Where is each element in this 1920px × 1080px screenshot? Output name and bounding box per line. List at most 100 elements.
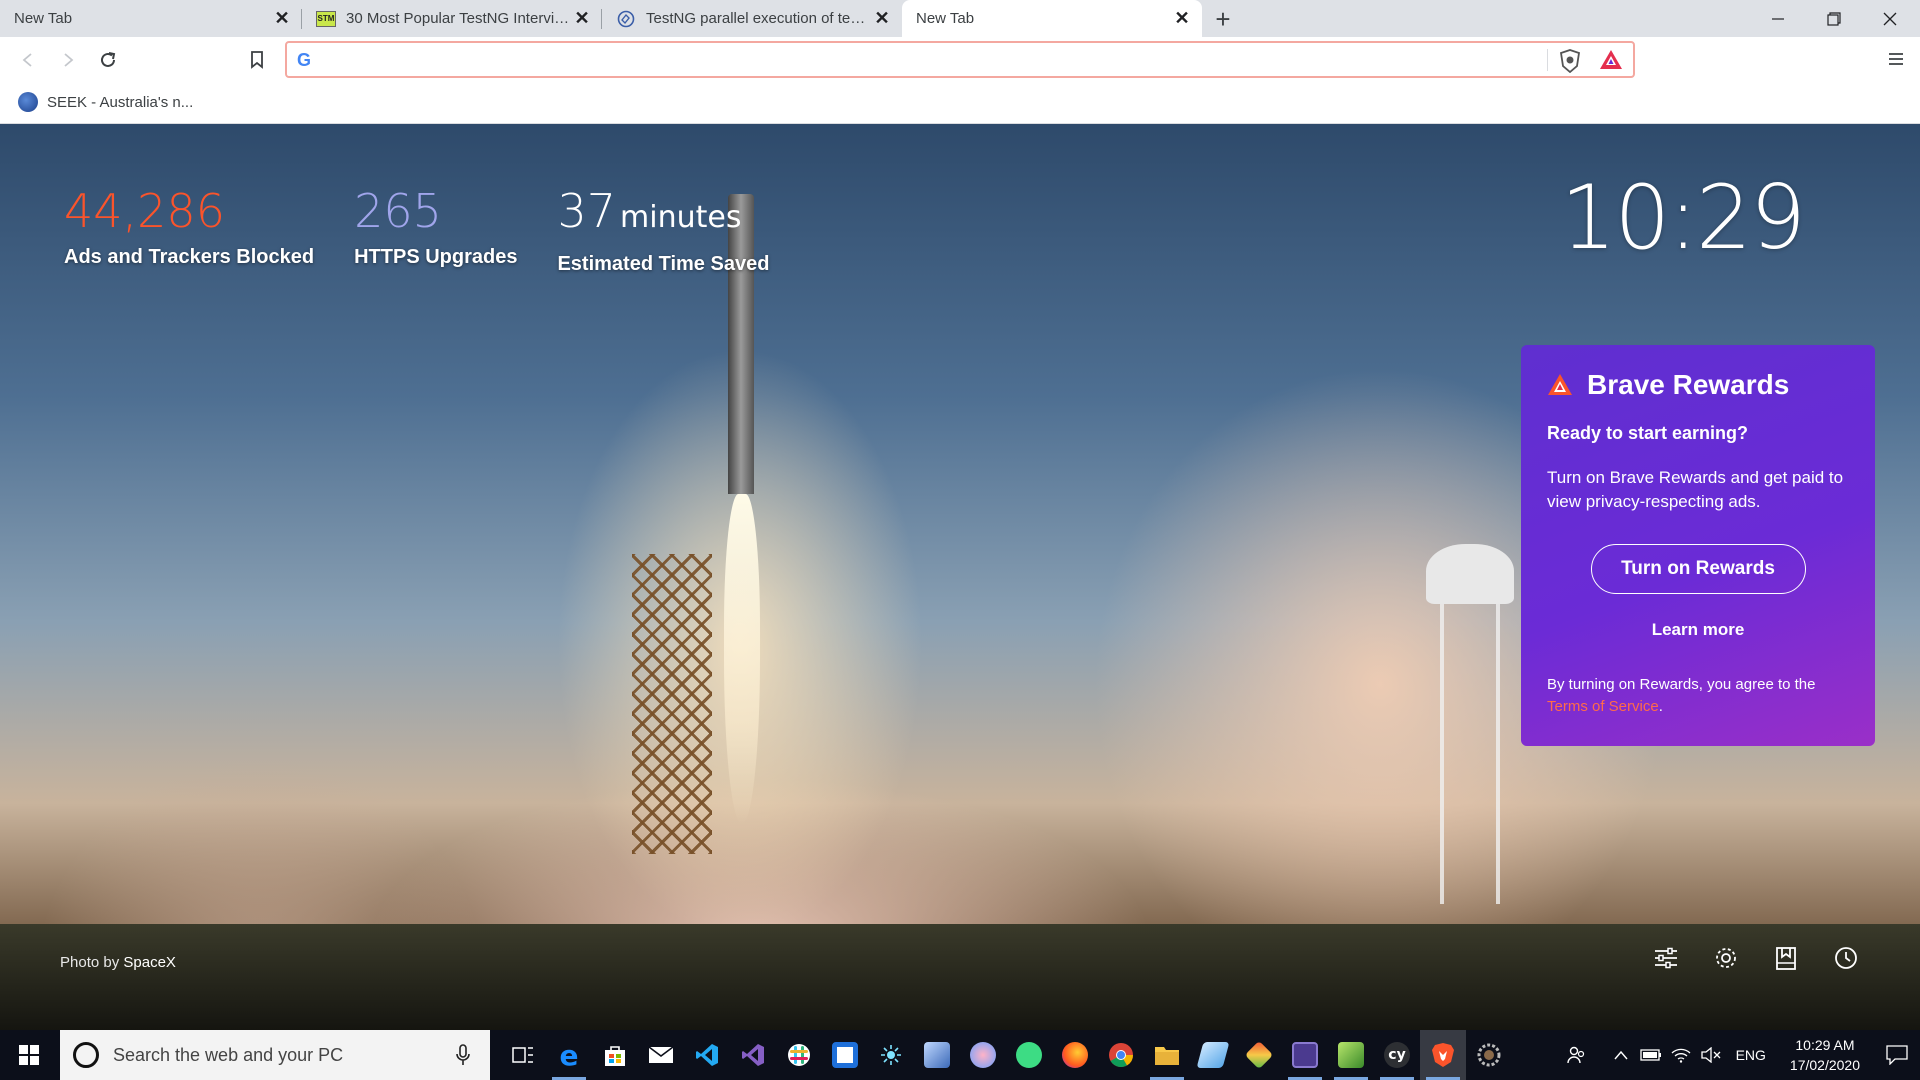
tab-testng-parallel[interactable]: TestNG parallel execution of tests, ✕ (602, 0, 902, 37)
android-studio-icon[interactable] (1006, 1030, 1052, 1080)
brave-rewards-icon[interactable] (1599, 49, 1623, 73)
seek-favicon-icon (18, 92, 38, 112)
stat-label: Estimated Time Saved (557, 253, 770, 275)
close-icon[interactable]: ✕ (572, 8, 592, 29)
close-icon[interactable]: ✕ (272, 8, 292, 29)
back-icon[interactable] (14, 46, 42, 74)
reader-app-icon[interactable] (822, 1030, 868, 1080)
mail-icon[interactable] (638, 1030, 684, 1080)
close-icon[interactable]: ✕ (1172, 8, 1192, 29)
menu-icon[interactable] (1884, 47, 1908, 71)
stat-https-upgrades: 265 HTTPS Upgrades (354, 184, 517, 276)
edge-icon[interactable]: e (546, 1030, 592, 1080)
water-tower-image (1426, 544, 1514, 904)
windows-taskbar: Search the web and your PC e cy ENG 10:2… (0, 1030, 1920, 1080)
terminal-icon[interactable] (1282, 1030, 1328, 1080)
tab-title: 30 Most Popular TestNG Interview (346, 10, 572, 27)
terms-of-service-link[interactable]: Terms of Service (1547, 698, 1659, 715)
tab-strip: New Tab ✕ STM 30 Most Popular TestNG Int… (0, 0, 1920, 37)
azure-storage-icon[interactable] (1190, 1030, 1236, 1080)
brave-rewards-card: Brave Rewards Ready to start earning? Tu… (1521, 345, 1875, 746)
tab-new-tab-1[interactable]: New Tab ✕ (0, 0, 302, 37)
settings-app-icon[interactable] (1466, 1030, 1512, 1080)
launch-tower-image (632, 554, 712, 854)
system-tray: ENG 10:29 AM 17/02/2020 (1562, 1030, 1920, 1080)
brave-rewards-logo-icon (1548, 374, 1572, 395)
stat-value: 37 (557, 184, 617, 238)
people-icon[interactable] (1562, 1030, 1592, 1080)
reload-icon[interactable] (94, 46, 122, 74)
learn-more-link[interactable]: Learn more (1547, 620, 1849, 640)
action-center-icon[interactable] (1874, 1030, 1920, 1080)
sun-app-icon[interactable] (868, 1030, 914, 1080)
chrome-icon[interactable] (1098, 1030, 1144, 1080)
new-tab-plus-icon[interactable]: + (1208, 4, 1238, 34)
stat-ads-blocked: 44,286 Ads and Trackers Blocked (64, 184, 314, 276)
customize-sliders-icon[interactable] (1648, 940, 1684, 976)
photo-credit-link[interactable]: SpaceX (123, 954, 176, 971)
stat-value: 44,286 (64, 184, 225, 238)
git-icon[interactable] (1236, 1030, 1282, 1080)
cortana-icon[interactable] (73, 1042, 99, 1068)
stm-favicon-icon: STM (316, 10, 336, 28)
taskbar-search-placeholder: Search the web and your PC (113, 1044, 344, 1065)
tab-title: New Tab (14, 10, 73, 27)
windows-start-icon[interactable] (0, 1030, 58, 1080)
close-icon[interactable]: ✕ (872, 8, 892, 29)
tab-testng-interview[interactable]: STM 30 Most Popular TestNG Interview ✕ (302, 0, 602, 37)
visual-studio-icon[interactable] (730, 1030, 776, 1080)
google-search-icon: G (297, 50, 312, 70)
taskbar-apps: e cy (500, 1030, 1512, 1080)
tab-new-tab-active[interactable]: New Tab ✕ (902, 0, 1202, 37)
brave-browser-icon[interactable] (1420, 1030, 1466, 1080)
bookmarks-icon[interactable] (1768, 940, 1804, 976)
turn-on-rewards-button[interactable]: Turn on Rewards (1590, 544, 1806, 594)
vscode-icon[interactable] (684, 1030, 730, 1080)
microphone-icon[interactable] (448, 1040, 478, 1070)
taskbar-date: 17/02/2020 (1789, 1057, 1860, 1073)
rewards-header: Brave Rewards (1547, 369, 1849, 401)
brave-shields-icon[interactable] (1559, 49, 1581, 74)
terms-prefix: By turning on Rewards, you agree to the (1547, 676, 1816, 693)
address-bar[interactable]: G (285, 41, 1635, 78)
wifi-icon[interactable] (1666, 1030, 1696, 1080)
settings-gear-icon[interactable] (1708, 940, 1744, 976)
battery-icon[interactable] (1636, 1030, 1666, 1080)
network-app-icon[interactable] (914, 1030, 960, 1080)
restore-icon[interactable] (1806, 0, 1862, 37)
firefox-icon[interactable] (1052, 1030, 1098, 1080)
forward-icon[interactable] (54, 46, 82, 74)
stat-value-wrap: 37 minutes (557, 184, 769, 245)
taskbar-search-box[interactable]: Search the web and your PC (60, 1030, 490, 1080)
paint-app-icon[interactable] (960, 1030, 1006, 1080)
cypress-icon[interactable]: cy (1374, 1030, 1420, 1080)
rewards-terms: By turning on Rewards, you agree to the … (1547, 674, 1849, 718)
rocket-exhaust-image (724, 494, 760, 824)
stats-panel: 44,286 Ads and Trackers Blocked 265 HTTP… (64, 184, 769, 276)
cypress-label: cy (1384, 1042, 1410, 1068)
volume-muted-icon[interactable] (1696, 1030, 1726, 1080)
store-icon[interactable] (592, 1030, 638, 1080)
language-indicator[interactable]: ENG (1736, 1047, 1766, 1063)
stat-label: Ads and Trackers Blocked (64, 246, 315, 268)
file-explorer-icon[interactable] (1144, 1030, 1190, 1080)
show-hidden-icons-icon[interactable] (1606, 1030, 1636, 1080)
page-favicon-icon (616, 10, 636, 28)
taskbar-clock[interactable]: 10:29 AM 17/02/2020 (1790, 1035, 1860, 1075)
stm-favicon-text: STM (316, 10, 336, 27)
slack-icon[interactable] (776, 1030, 822, 1080)
notepad-plus-icon[interactable] (1328, 1030, 1374, 1080)
bookmark-seek[interactable]: SEEK - Australia's n... (18, 92, 193, 112)
task-view-icon[interactable] (500, 1030, 546, 1080)
rewards-title: Brave Rewards (1587, 369, 1790, 400)
tab-title: New Tab (916, 10, 975, 27)
toolbar: G (0, 37, 1920, 82)
ntp-clock: 10:29 (1560, 166, 1806, 269)
bookmark-icon[interactable] (243, 46, 271, 74)
stat-value: 265 (354, 184, 442, 238)
omnibox-divider (1547, 49, 1548, 71)
minimize-icon[interactable] (1750, 0, 1806, 37)
close-window-icon[interactable] (1862, 0, 1918, 37)
photo-credit-prefix: Photo by (60, 954, 120, 971)
history-icon[interactable] (1828, 940, 1864, 976)
